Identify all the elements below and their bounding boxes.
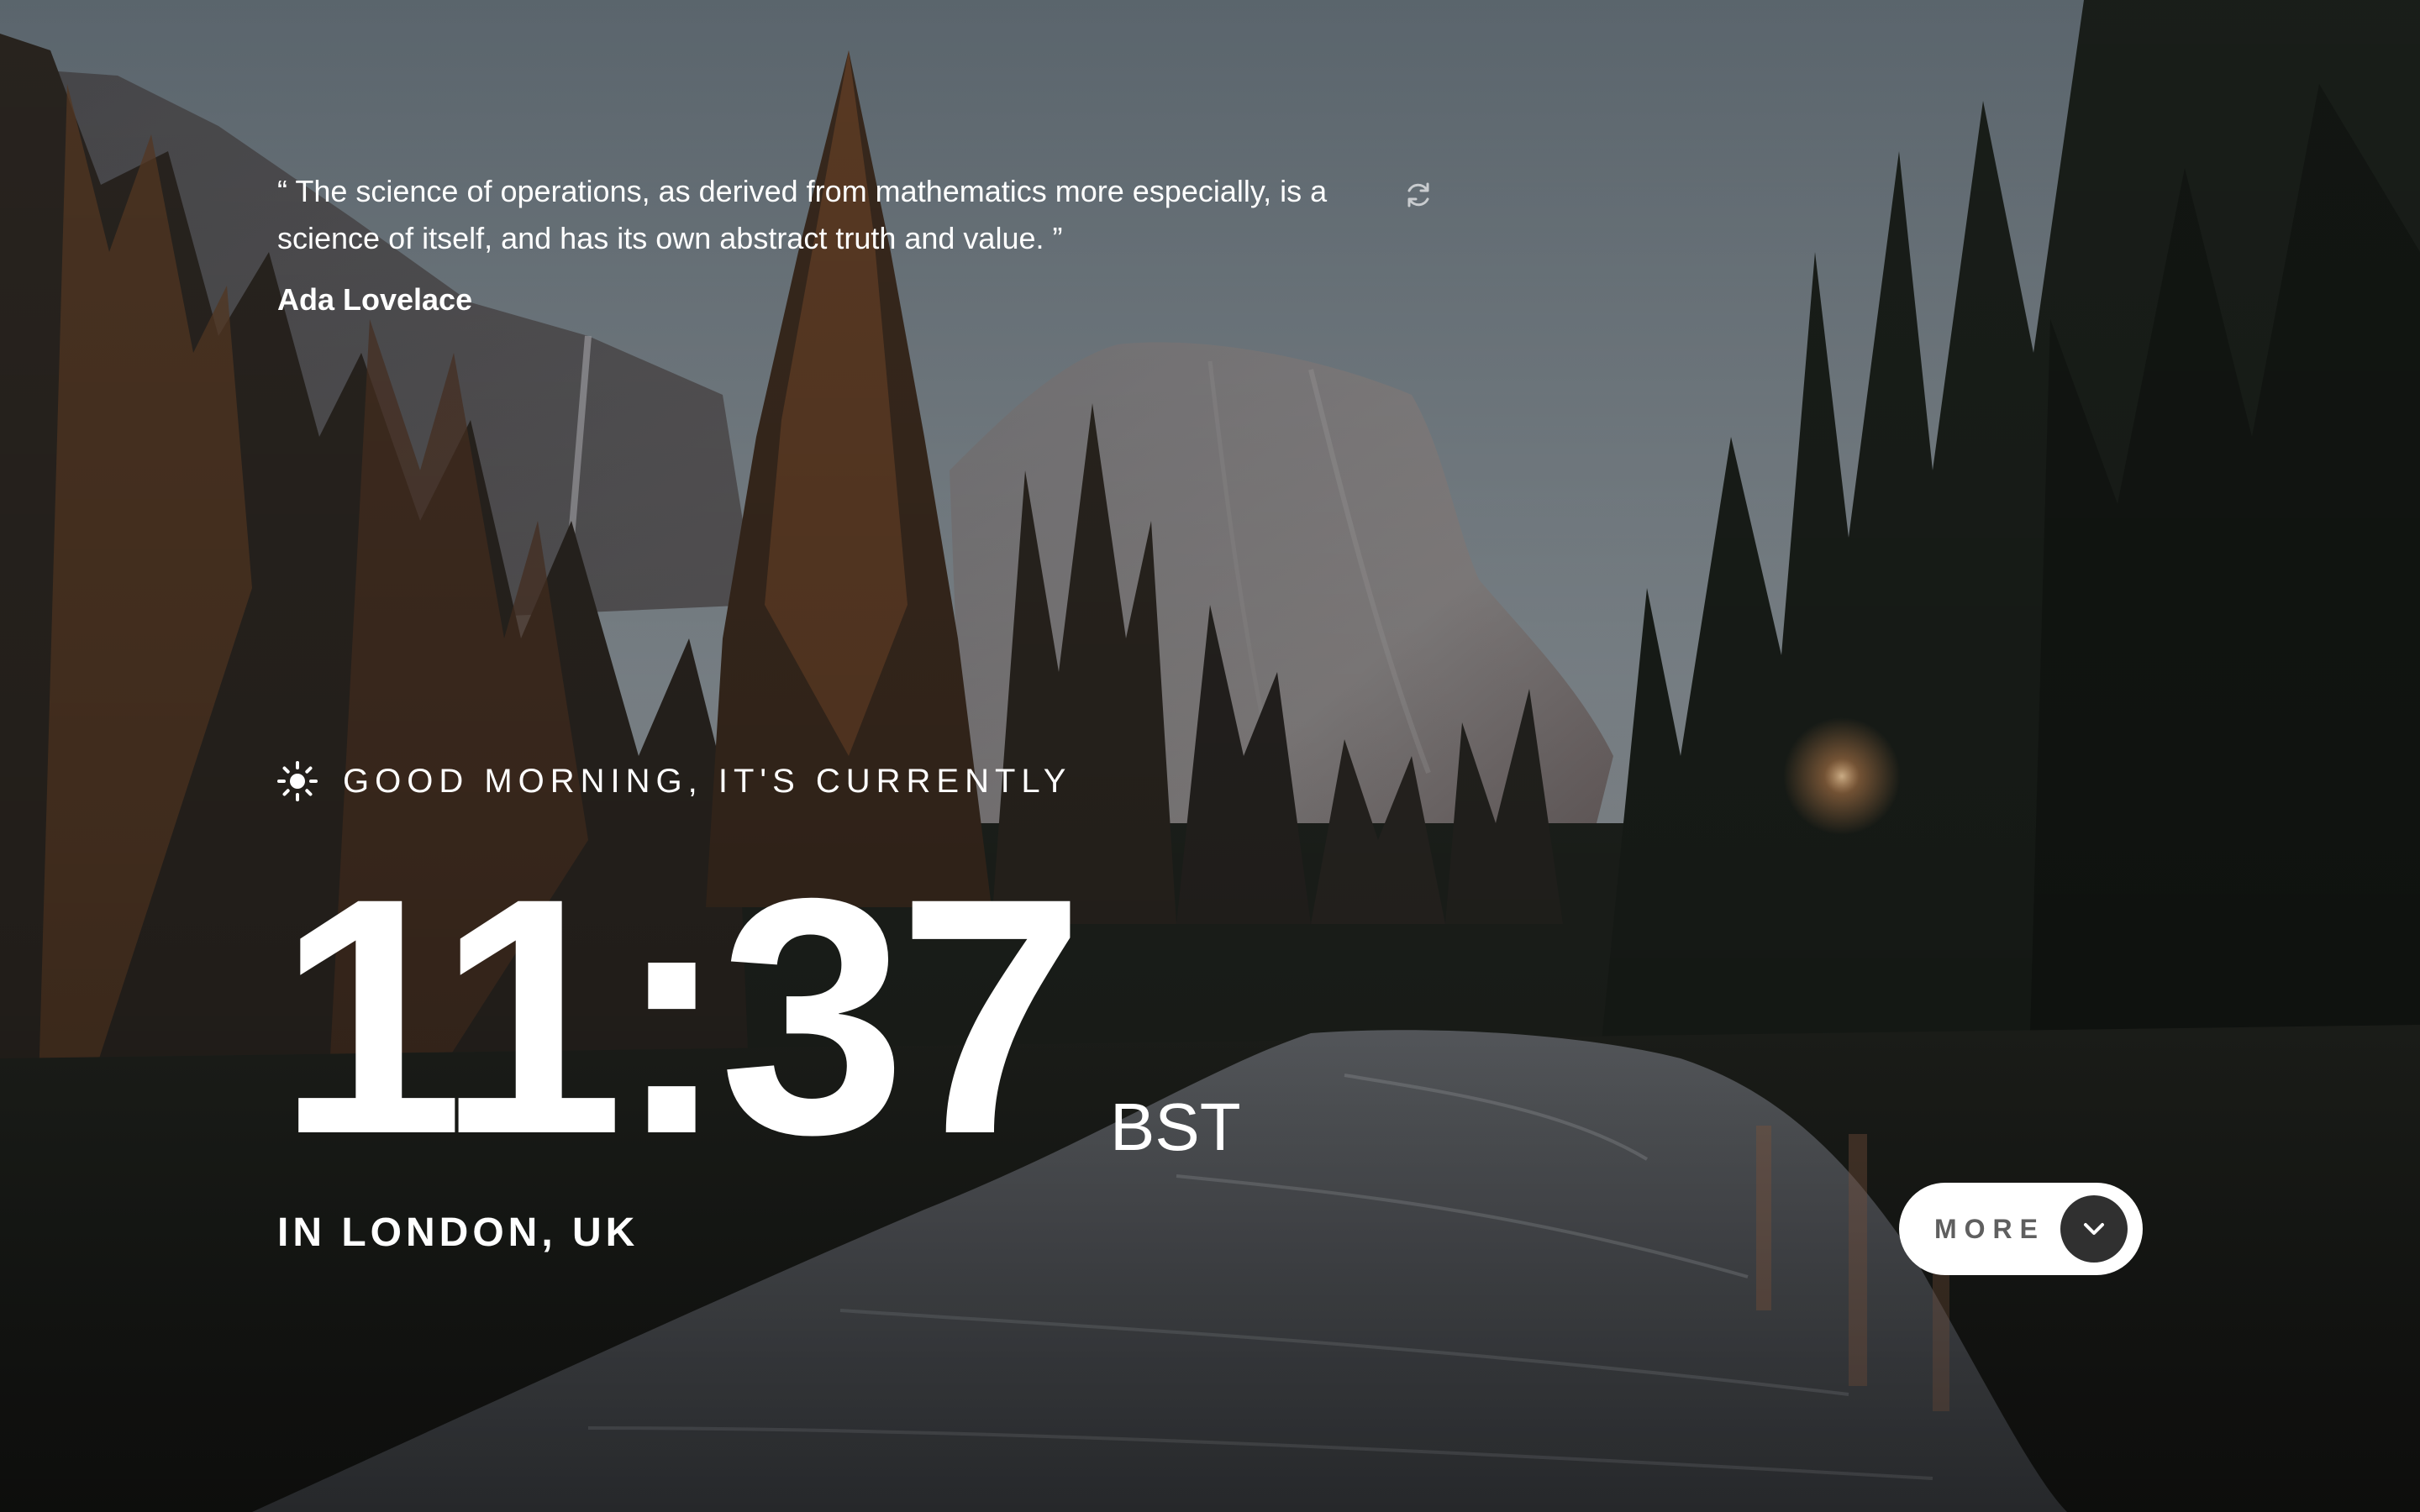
- more-button-label: MORE: [1934, 1213, 2045, 1244]
- clock: 11:37 BST: [277, 828, 1241, 1204]
- chevron-down-icon: [2060, 1195, 2128, 1263]
- refresh-quote-button[interactable]: [1402, 178, 1435, 212]
- greeting-text: GOOD MORNING, IT'S CURRENTLY: [343, 762, 1072, 800]
- timezone-abbreviation: BST: [1109, 1089, 1241, 1164]
- refresh-icon: [1407, 182, 1429, 207]
- greeting: GOOD MORNING, IT'S CURRENTLY: [277, 756, 1071, 806]
- more-button[interactable]: MORE: [1899, 1183, 2143, 1275]
- location: IN LONDON, UK: [277, 1210, 639, 1255]
- quote-block: “ The science of operations, as derived …: [277, 168, 1403, 318]
- quote-author: Ada Lovelace: [277, 282, 473, 317]
- time-value: 11:37: [277, 828, 1085, 1204]
- sun-icon: [277, 761, 318, 801]
- quote-text: “ The science of operations, as derived …: [277, 174, 1328, 255]
